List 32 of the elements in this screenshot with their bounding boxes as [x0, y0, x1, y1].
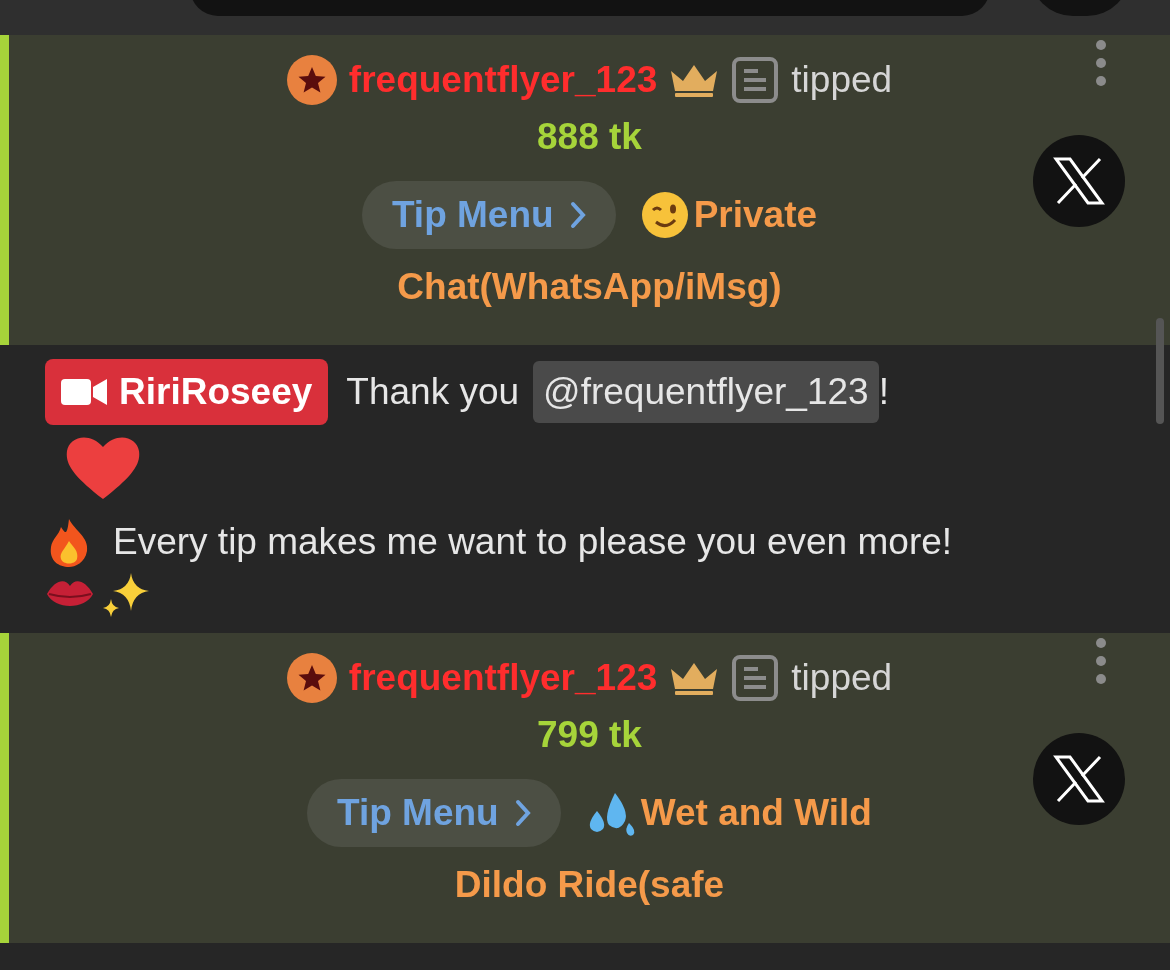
message-text: Thank you: [346, 370, 520, 415]
mention-chip[interactable]: @frequentflyer_123: [533, 361, 879, 423]
action-text: tipped: [791, 656, 893, 701]
tip-menu-button[interactable]: Tip Menu: [307, 779, 561, 847]
star-avatar-icon: [286, 653, 337, 703]
crown-icon: [669, 63, 720, 97]
tip-item-text: Chat(WhatsApp/iMsg): [397, 265, 782, 309]
message-text: Every tip makes me want to please you even more!: [113, 520, 953, 565]
star-avatar-icon: [286, 55, 337, 105]
crown-icon: [669, 661, 720, 695]
broadcaster-badge[interactable]: RiriRoseey: [45, 359, 329, 425]
document-icon: [731, 56, 780, 104]
chevron-right-icon: [569, 201, 586, 229]
chevron-right-icon: [514, 799, 531, 827]
document-icon: [731, 654, 780, 702]
tip-item-text: Dildo Ride(safe: [454, 863, 725, 907]
winking-face-icon: [639, 190, 690, 240]
username[interactable]: frequentflyer_123: [348, 52, 658, 108]
username[interactable]: frequentflyer_123: [348, 650, 658, 706]
action-text: tipped: [791, 58, 893, 103]
x-icon: [1053, 755, 1105, 803]
tip-item-text: Wet and Wild: [640, 791, 872, 836]
tip-amount: 888 tk: [537, 115, 642, 159]
more-options-icon[interactable]: [1095, 637, 1107, 685]
tip-menu-button[interactable]: Tip Menu: [361, 181, 616, 249]
x-icon: [1053, 157, 1105, 205]
video-camera-icon: [61, 377, 107, 407]
tip-amount: 799 tk: [537, 713, 642, 757]
punctuation-text: !: [878, 370, 889, 415]
tip-item-text: Private: [693, 193, 818, 238]
more-options-icon[interactable]: [1095, 39, 1107, 87]
scrollbar[interactable]: [1156, 318, 1164, 424]
